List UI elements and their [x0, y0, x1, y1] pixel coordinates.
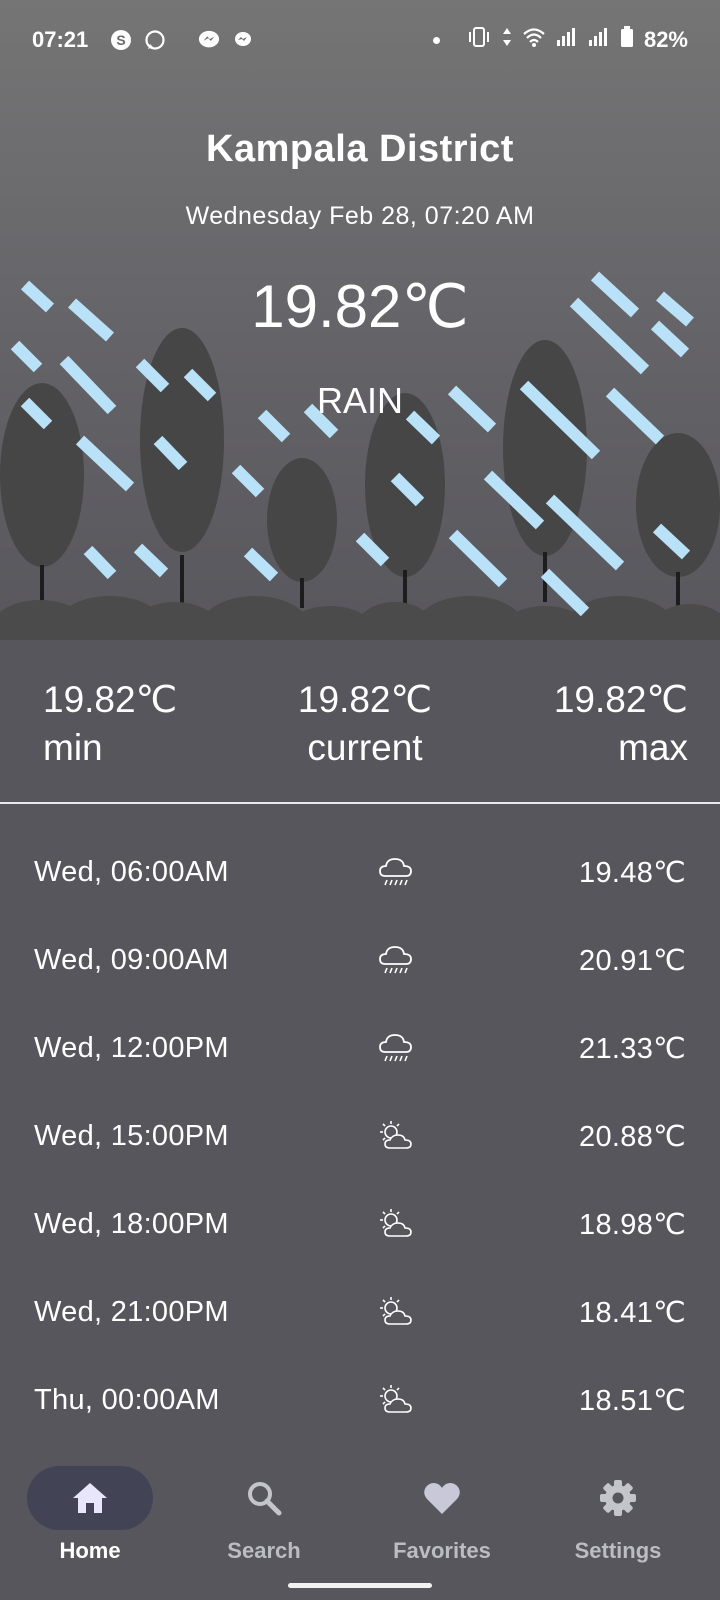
nav-settings-indicator [555, 1466, 681, 1530]
forecast-row[interactable]: Wed, 15:00PM 20.88℃ [0, 1092, 720, 1180]
forecast-temperature: 21.33℃ [579, 1032, 686, 1065]
dot-icon [432, 36, 440, 44]
gesture-home-bar[interactable] [288, 1583, 432, 1588]
forecast-row[interactable]: Wed, 06:00AM 19.48℃ [0, 828, 720, 916]
forecast-temperature: 20.88℃ [579, 1120, 686, 1153]
weather-condition: RAIN [316, 380, 403, 421]
temperature-summary: 19.82℃ min 19.82℃ current 19.82℃ max [0, 640, 720, 802]
forecast-temperature: 20.91℃ [579, 944, 686, 977]
bottom-navigation: Home Search Favorites Settings [0, 1456, 720, 1600]
forecast-row[interactable]: Wed, 12:00PM 21.33℃ [0, 1004, 720, 1092]
partly-sunny-icon [380, 1297, 412, 1325]
heart-icon [424, 1483, 460, 1514]
forecast-time: Wed, 12:00PM [34, 1031, 229, 1064]
current-temperature: 19.82℃ [251, 273, 469, 340]
nav-search-label: Search [227, 1538, 301, 1563]
nav-home[interactable]: Home [0, 1466, 180, 1564]
status-time: 07:21 [32, 27, 89, 52]
nav-home-indicator [27, 1466, 153, 1530]
nav-search-indicator [201, 1466, 327, 1530]
max-temperature-value: 19.82℃ [553, 679, 688, 720]
forecast-time: Thu, 00:00AM [34, 1383, 220, 1416]
hourly-forecast-list: Wed, 06:00AM 19.48℃ Wed, 09:00AM 20.91℃ … [0, 828, 720, 1444]
forecast-temperature: 18.98℃ [579, 1208, 686, 1241]
forecast-time: Wed, 06:00AM [34, 855, 229, 888]
messenger-icon [232, 29, 254, 51]
nav-settings[interactable]: Settings [528, 1466, 708, 1564]
vibrate-icon [466, 26, 492, 54]
signal-icon [588, 26, 610, 54]
data-arrows-icon [502, 26, 512, 54]
battery-percentage: 82% [643, 27, 688, 52]
forecast-time: Wed, 09:00AM [34, 943, 229, 976]
partly-sunny-icon [380, 1385, 412, 1413]
max-temperature: 19.82℃ max [554, 676, 688, 772]
forecast-temperature: 18.41℃ [579, 1296, 686, 1329]
whatsapp-icon [144, 29, 166, 51]
partly-sunny-icon [380, 1209, 412, 1237]
forecast-time: Wed, 15:00PM [34, 1119, 229, 1152]
weather-hero: Kampala District Wednesday Feb 28, 07:20… [0, 0, 720, 640]
rain-cloud-icon [379, 946, 412, 974]
partly-sunny-icon [380, 1121, 412, 1149]
messenger-icon [198, 29, 220, 51]
forecast-row[interactable]: Thu, 00:00AM 18.51℃ [0, 1356, 720, 1444]
forecast-temperature: 19.48℃ [579, 856, 686, 889]
rain-cloud-icon [379, 1034, 412, 1062]
nav-search[interactable]: Search [174, 1466, 354, 1564]
current-datetime: Wednesday Feb 28, 07:20 AM [185, 202, 535, 230]
svg-text:S: S [117, 32, 126, 48]
nav-favorites-label: Favorites [393, 1538, 491, 1563]
forecast-row[interactable]: Wed, 09:00AM 20.91℃ [0, 916, 720, 1004]
max-temperature-label: max [618, 727, 688, 768]
forecast-row[interactable]: Wed, 21:00PM 18.41℃ [0, 1268, 720, 1356]
status-right-group: 82% [432, 26, 688, 54]
rain-cloud-icon [379, 858, 412, 886]
divider [0, 802, 720, 804]
skype-icon: S [110, 29, 132, 51]
forecast-time: Wed, 21:00PM [34, 1295, 229, 1328]
search-icon [248, 1482, 282, 1516]
signal-icon [556, 26, 578, 54]
status-bar: 07:21 S 82% [0, 0, 720, 80]
gear-icon [600, 1480, 636, 1516]
forecast-row[interactable]: Wed, 18:00PM 18.98℃ [0, 1180, 720, 1268]
battery-icon [620, 26, 634, 54]
nav-favorites-indicator [379, 1466, 505, 1530]
nav-favorites[interactable]: Favorites [352, 1466, 532, 1564]
nav-settings-label: Settings [574, 1538, 662, 1563]
location-title: Kampala District [206, 128, 514, 170]
forecast-time: Wed, 18:00PM [34, 1207, 229, 1240]
forecast-temperature: 18.51℃ [579, 1384, 686, 1417]
wifi-icon [522, 26, 546, 54]
home-icon [73, 1483, 107, 1513]
nav-home-label: Home [59, 1538, 121, 1563]
